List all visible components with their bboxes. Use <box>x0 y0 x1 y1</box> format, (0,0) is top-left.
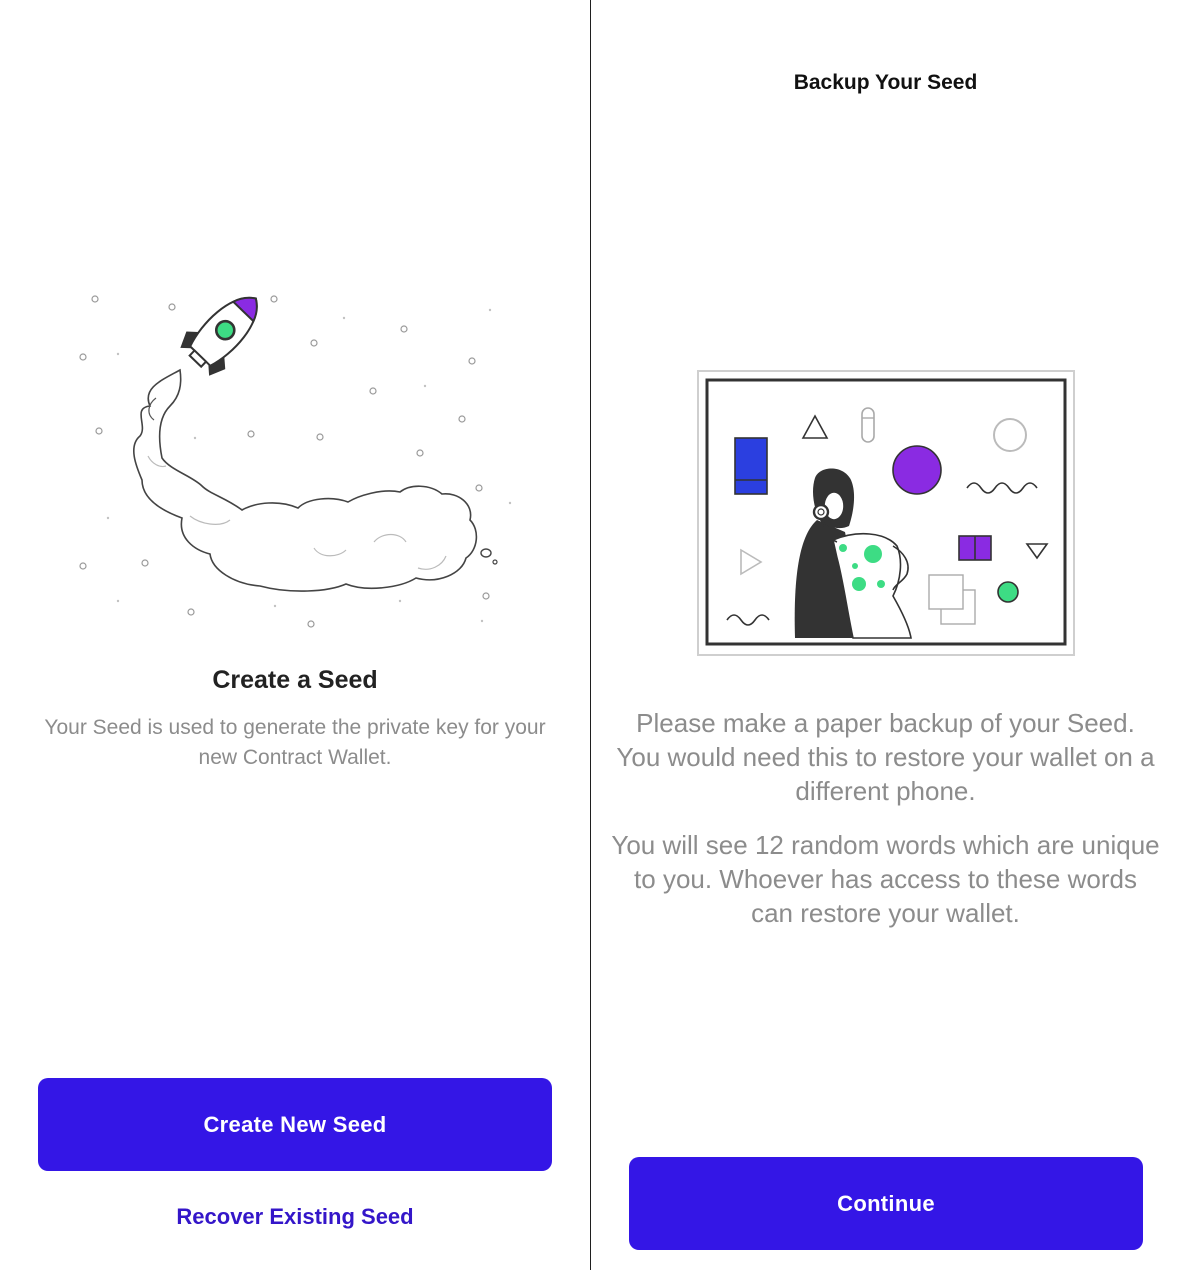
page-title: Backup Your Seed <box>793 71 978 94</box>
description-text: You will see 12 random words which are u… <box>611 830 1160 928</box>
create-seed-screen: Create a Seed Your Seed is used to gener… <box>0 0 590 1270</box>
page-title: Create a Seed <box>212 666 378 694</box>
description-text: Your Seed is used to generate the privat… <box>44 716 546 769</box>
recover-existing-seed-link[interactable]: Recover Existing Seed <box>0 1204 590 1230</box>
description-text: Please make a paper backup of your Seed.… <box>616 708 1155 806</box>
continue-button[interactable]: Continue <box>629 1157 1143 1250</box>
backup-seed-screen: Backup Your Seed Please make a paper bac… <box>591 0 1180 1270</box>
rocket-launch-illustration <box>79 295 512 628</box>
create-new-seed-button[interactable]: Create New Seed <box>38 1078 552 1171</box>
paper-backup-illustration <box>697 370 1075 656</box>
